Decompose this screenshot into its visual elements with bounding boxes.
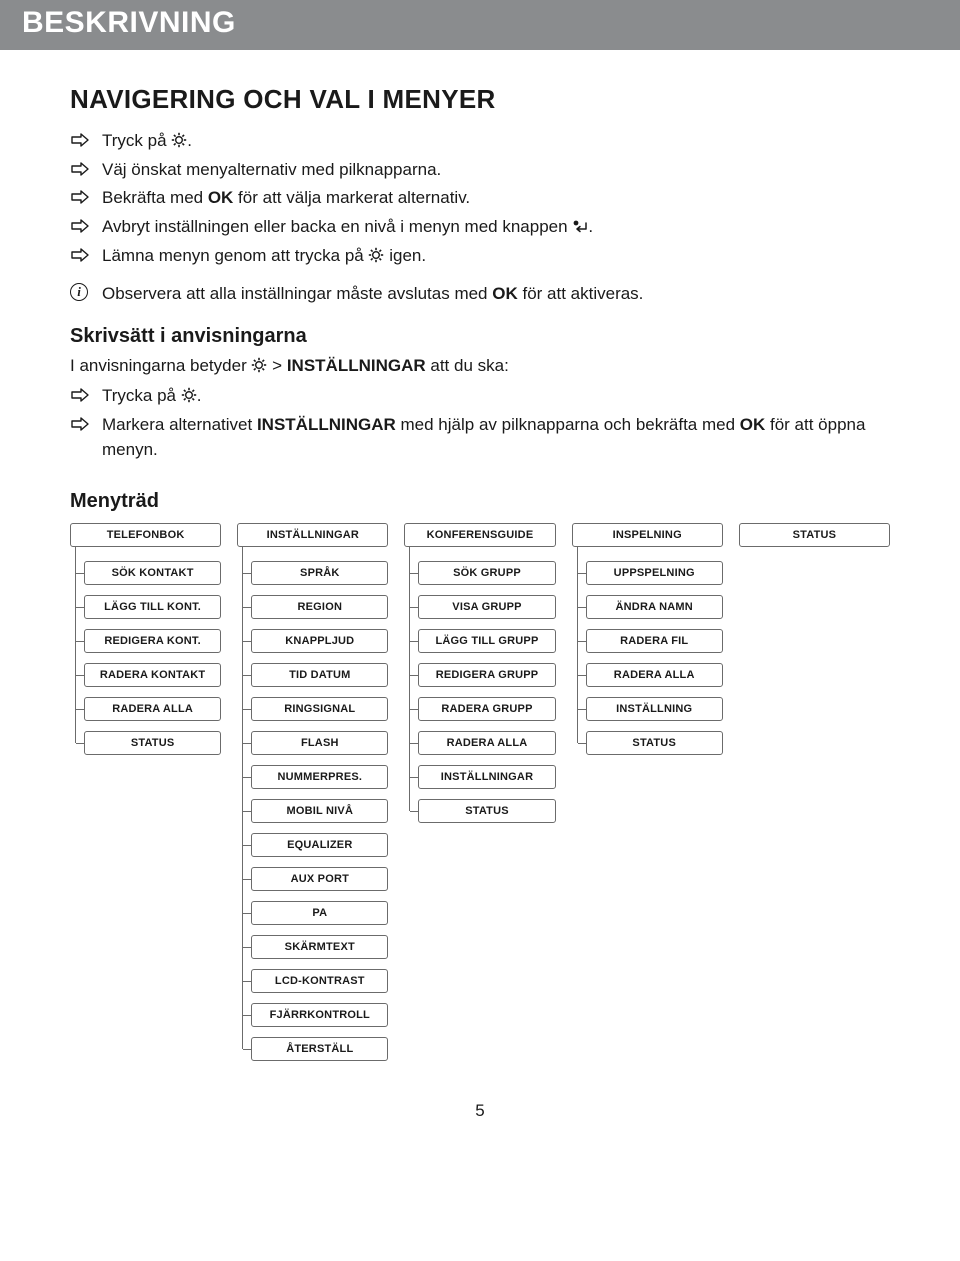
step-item: Tryck på . (70, 129, 890, 154)
info-note: i Observera att alla inställningar måste… (70, 282, 890, 307)
menu-tree-item: VISA GRUPP (418, 595, 555, 619)
menu-tree-item: NUMMERPRES. (251, 765, 388, 789)
menu-tree-item: RADERA ALLA (84, 697, 221, 721)
navigation-steps: Tryck på . Väj önskat menyalternativ med… (70, 129, 890, 268)
menu-tree-item: ÄNDRA NAMN (586, 595, 723, 619)
menu-tree-children: UPPSPELNING ÄNDRA NAMN RADERA FIL RADERA AL… (572, 561, 723, 755)
subsection-intro: I anvisningarna betyder > INSTÄLLNINGAR … (70, 354, 890, 379)
arrow-right-icon (70, 217, 90, 233)
arrow-right-icon (70, 386, 90, 402)
step-item: Avbryt inställningen eller backa en nivå… (70, 215, 890, 240)
page-number: 5 (0, 1101, 960, 1141)
menu-tree-item: FLASH (251, 731, 388, 755)
arrow-right-icon (70, 160, 90, 176)
menu-tree-column: KONFERENSGUIDE SÖK GRUPP VISA GRUPP LÄGG TI… (404, 523, 555, 1071)
menu-tree-item: STATUS (586, 731, 723, 755)
menu-tree-item: EQUALIZER (251, 833, 388, 857)
menu-tree-item: STATUS (84, 731, 221, 755)
menu-tree-item: KNAPPLJUD (251, 629, 388, 653)
menu-tree-title: Menyträd (70, 490, 890, 513)
menu-tree-item: RADERA FIL (586, 629, 723, 653)
menu-tree-item: SÖK KONTAKT (84, 561, 221, 585)
menu-tree-item: FJÄRRKONTROLL (251, 1003, 388, 1027)
menu-tree-item: LÄGG TILL GRUPP (418, 629, 555, 653)
gear-icon (181, 387, 197, 403)
menu-tree-column: INSTÄLLNINGAR SPRÅK REGION KNAPPLJUD TID DAT… (237, 523, 388, 1071)
menu-tree-item: RADERA KONTAKT (84, 663, 221, 687)
gear-icon (251, 357, 267, 373)
gear-icon (368, 247, 384, 263)
subsection-steps: Trycka på . Markera alternativet INSTÄLL… (70, 384, 890, 462)
menu-tree-children: SÖK KONTAKT LÄGG TILL KONT. REDIGERA KONT.… (70, 561, 221, 755)
menu-tree-item: UPPSPELNING (586, 561, 723, 585)
menu-tree-item: LCD-KONTRAST (251, 969, 388, 993)
menu-tree-item: INSTÄLLNINGAR (418, 765, 555, 789)
step-item: Bekräfta med OK för att välja markerat a… (70, 186, 890, 211)
menu-tree-item: RADERA ALLA (586, 663, 723, 687)
menu-tree-item: REDIGERA KONT. (84, 629, 221, 653)
menu-tree-item: RADERA ALLA (418, 731, 555, 755)
menu-tree-item: REDIGERA GRUPP (418, 663, 555, 687)
section-title: NAVIGERING OCH VAL I MENYER (70, 84, 890, 115)
menu-tree: TELEFONBOK SÖK KONTAKT LÄGG TILL KONT. REDI… (70, 519, 890, 1071)
menu-tree-item: PA (251, 901, 388, 925)
menu-tree-column: INSPELNING UPPSPELNING ÄNDRA NAMN RADERA FI… (572, 523, 723, 1071)
menu-tree-item: REGION (251, 595, 388, 619)
step-item: Lämna menyn genom att trycka på igen. (70, 244, 890, 269)
step-item: Trycka på . (70, 384, 890, 409)
step-item: Väj önskat menyalternativ med pilknappar… (70, 158, 890, 183)
arrow-right-icon (70, 188, 90, 204)
page-header: BESKRIVNING (0, 0, 960, 50)
menu-tree-children: SPRÅK REGION KNAPPLJUD TID DATUM RINGSIGNAL F… (237, 561, 388, 1061)
menu-tree-item: AUX PORT (251, 867, 388, 891)
gear-icon (171, 132, 187, 148)
back-key-icon (572, 218, 588, 234)
menu-tree-item: RADERA GRUPP (418, 697, 555, 721)
menu-tree-column: TELEFONBOK SÖK KONTAKT LÄGG TILL KONT. REDI… (70, 523, 221, 1071)
menu-tree-children: SÖK GRUPP VISA GRUPP LÄGG TILL GRUPP REDIGE… (404, 561, 555, 823)
menu-tree-header: INSPELNING (572, 523, 723, 547)
arrow-right-icon (70, 415, 90, 431)
menu-tree-column: STATUS (739, 523, 890, 1071)
menu-tree-item: INSTÄLLNING (586, 697, 723, 721)
page-header-title: BESKRIVNING (22, 6, 938, 40)
menu-tree-header: STATUS (739, 523, 890, 547)
menu-tree-item: SÖK GRUPP (418, 561, 555, 585)
menu-tree-item: SKÄRMTEXT (251, 935, 388, 959)
info-icon: i (70, 283, 88, 301)
menu-tree-header: KONFERENSGUIDE (404, 523, 555, 547)
menu-tree-item: SPRÅK (251, 561, 388, 585)
menu-tree-header: INSTÄLLNINGAR (237, 523, 388, 547)
menu-tree-item: TID DATUM (251, 663, 388, 687)
menu-tree-header: TELEFONBOK (70, 523, 221, 547)
menu-tree-item: RINGSIGNAL (251, 697, 388, 721)
subsection-title: Skrivsätt i anvisningarna (70, 325, 890, 348)
menu-tree-item: STATUS (418, 799, 555, 823)
menu-tree-item: MOBIL NIVÅ (251, 799, 388, 823)
arrow-right-icon (70, 246, 90, 262)
arrow-right-icon (70, 131, 90, 147)
step-item: Markera alternativet INSTÄLLNINGAR med h… (70, 413, 890, 462)
menu-tree-item: LÄGG TILL KONT. (84, 595, 221, 619)
menu-tree-item: ÅTERSTÄLL (251, 1037, 388, 1061)
